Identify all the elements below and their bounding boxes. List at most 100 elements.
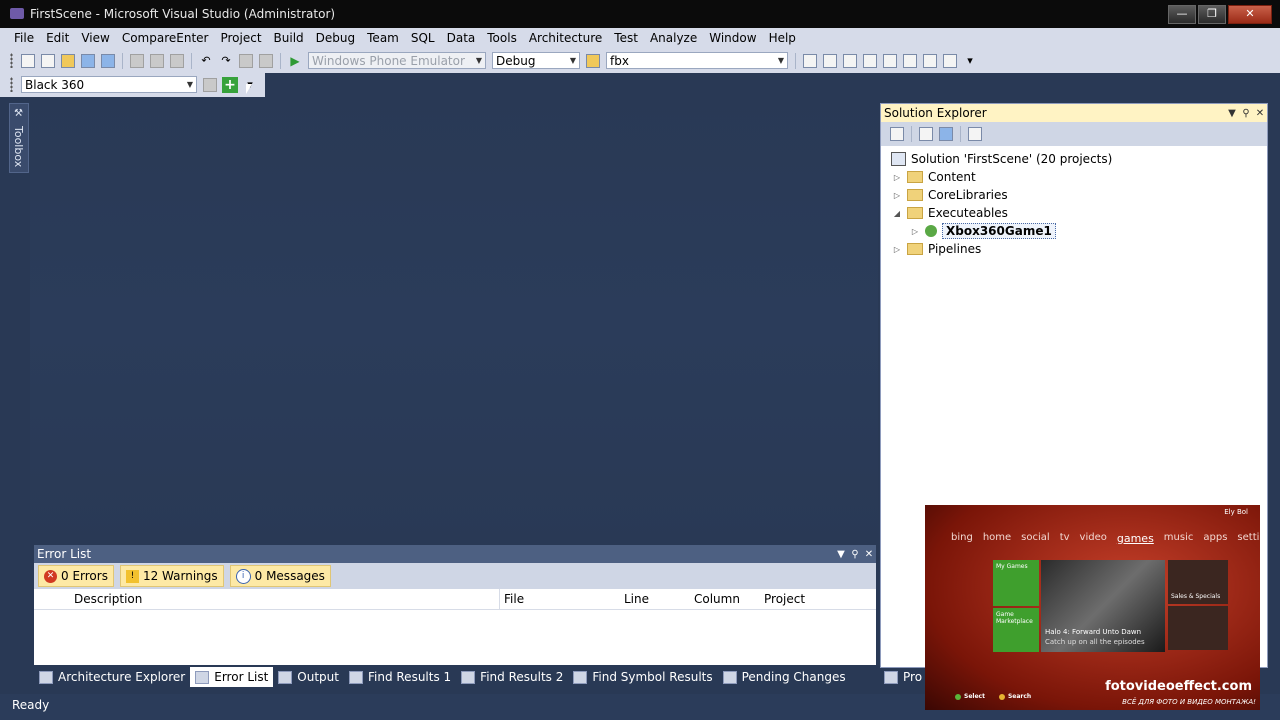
menu-analyze[interactable]: Analyze [644,31,703,45]
maximize-button[interactable]: ❐ [1198,5,1226,24]
new-project-icon[interactable] [20,53,36,69]
add-device-icon[interactable]: + [222,76,238,93]
navigate-forward-icon[interactable] [258,53,274,69]
toolbox-icon[interactable] [882,53,898,69]
a-button-icon [955,693,961,700]
menu-edit[interactable]: Edit [40,31,75,45]
column-header-project[interactable]: Project [760,589,870,609]
expand-icon[interactable]: ▷ [909,227,921,236]
menu-data[interactable]: Data [441,31,482,45]
dropdown-icon[interactable]: ▼ [834,549,848,560]
solution-explorer-icon[interactable] [822,53,838,69]
properties-icon[interactable] [889,126,905,142]
menu-sql[interactable]: SQL [405,31,441,45]
tab-properties[interactable]: Pro [884,666,922,688]
column-header-line[interactable]: Line [620,589,690,609]
toolbar-options-icon[interactable]: ▾ [962,53,978,69]
find-in-files-icon[interactable] [585,53,601,69]
pin-icon[interactable]: ⚲ [848,549,862,560]
menu-project[interactable]: Project [214,31,267,45]
tab-error-list[interactable]: Error List [190,667,274,687]
tree-item-corelibraries[interactable]: ▷ CoreLibraries [881,186,1267,204]
open-folder-icon[interactable] [60,53,76,69]
tree-item-xbox360game1[interactable]: ▷ Xbox360Game1 [881,222,1267,240]
save-icon[interactable] [80,53,96,69]
chevron-down-icon: ▼ [475,56,483,65]
tab-find-results-2[interactable]: Find Results 2 [456,667,568,687]
xbox-device-value: Black 360 [25,77,85,92]
tree-item-solution[interactable]: Solution 'FirstScene' (20 projects) [881,150,1267,168]
class-diagram-icon[interactable] [967,126,983,142]
tree-item-pipelines[interactable]: ▷ Pipelines [881,240,1267,258]
expand-icon[interactable]: ▷ [891,245,903,254]
copy-icon[interactable] [149,53,165,69]
pin-icon[interactable]: ⚲ [1239,108,1253,119]
properties-icon [884,670,898,684]
start-debugging-icon[interactable]: ▶ [287,53,303,69]
menu-debug[interactable]: Debug [310,31,361,45]
menu-team[interactable]: Team [361,31,405,45]
find-results-icon[interactable] [802,53,818,69]
redo-icon[interactable]: ↷ [218,53,234,69]
dropdown-icon[interactable]: ▼ [1225,108,1239,119]
menu-help[interactable]: Help [763,31,802,45]
xbox-device-combo[interactable]: Black 360 ▼ [21,76,197,93]
configuration-combo[interactable]: Debug ▼ [492,52,580,69]
menu-test[interactable]: Test [608,31,644,45]
folder-icon [907,189,923,201]
extension-manager-icon[interactable] [922,53,938,69]
tab-output[interactable]: Output [273,667,344,687]
navigate-backward-icon[interactable] [238,53,254,69]
save-all-icon[interactable] [100,53,116,69]
pending-changes-icon [722,670,737,684]
cut-icon[interactable] [129,53,145,69]
properties-icon[interactable] [842,53,858,69]
close-icon[interactable]: ✕ [862,549,876,560]
xbox-footer: Select Search [955,693,1045,700]
undo-icon[interactable]: ↶ [198,53,214,69]
expand-icon[interactable]: ▷ [891,191,903,200]
xbox-tile-sales: Sales & Specials [1168,560,1228,604]
refresh-icon[interactable] [938,126,954,142]
tree-item-label: Xbox360Game1 [942,223,1056,239]
messages-filter-button[interactable]: i 0 Messages [229,565,331,587]
find-combo[interactable]: fbx ▼ [606,52,788,69]
menu-window[interactable]: Window [703,31,762,45]
expand-icon[interactable]: ▷ [891,173,903,182]
column-header-file[interactable]: File [500,589,620,609]
show-all-files-icon[interactable] [918,126,934,142]
target-device-combo[interactable]: Windows Phone Emulator ▼ [308,52,486,69]
menu-view[interactable]: View [75,31,115,45]
column-header-column[interactable]: Column [690,589,760,609]
chevron-down-icon: ▼ [777,56,785,65]
menu-tools[interactable]: Tools [481,31,523,45]
close-button[interactable]: ✕ [1228,5,1272,24]
menu-build[interactable]: Build [268,31,310,45]
menu-compareenter[interactable]: CompareEnter [116,31,215,45]
column-header-description[interactable]: Description [70,589,500,609]
find-results-icon [348,670,363,684]
toolbar-grip[interactable] [10,77,13,92]
minimize-button[interactable]: — [1168,5,1196,24]
tree-item-executeables[interactable]: ◢ Executeables [881,204,1267,222]
tab-architecture-explorer[interactable]: Architecture Explorer [34,667,190,687]
object-browser-icon[interactable] [862,53,878,69]
status-text: Ready [12,698,50,712]
errors-filter-button[interactable]: ✕ 0 Errors [38,565,114,587]
menu-architecture[interactable]: Architecture [523,31,608,45]
warnings-filter-button[interactable]: ! 12 Warnings [119,565,224,587]
start-page-icon[interactable] [902,53,918,69]
tab-find-results-1[interactable]: Find Results 1 [344,667,456,687]
toolbox-tab[interactable]: ⚒ Toolbox [9,103,29,173]
tab-find-symbol-results[interactable]: Find Symbol Results [568,667,717,687]
tab-pending-changes[interactable]: Pending Changes [718,667,851,687]
tree-item-content[interactable]: ▷ Content [881,168,1267,186]
device-center-icon[interactable] [202,77,218,93]
menu-file[interactable]: File [0,31,40,45]
close-icon[interactable]: ✕ [1253,108,1267,119]
paste-icon[interactable] [169,53,185,69]
add-item-icon[interactable] [40,53,56,69]
toolbar-grip[interactable] [10,53,13,68]
command-window-icon[interactable] [942,53,958,69]
collapse-icon[interactable]: ◢ [891,209,903,218]
